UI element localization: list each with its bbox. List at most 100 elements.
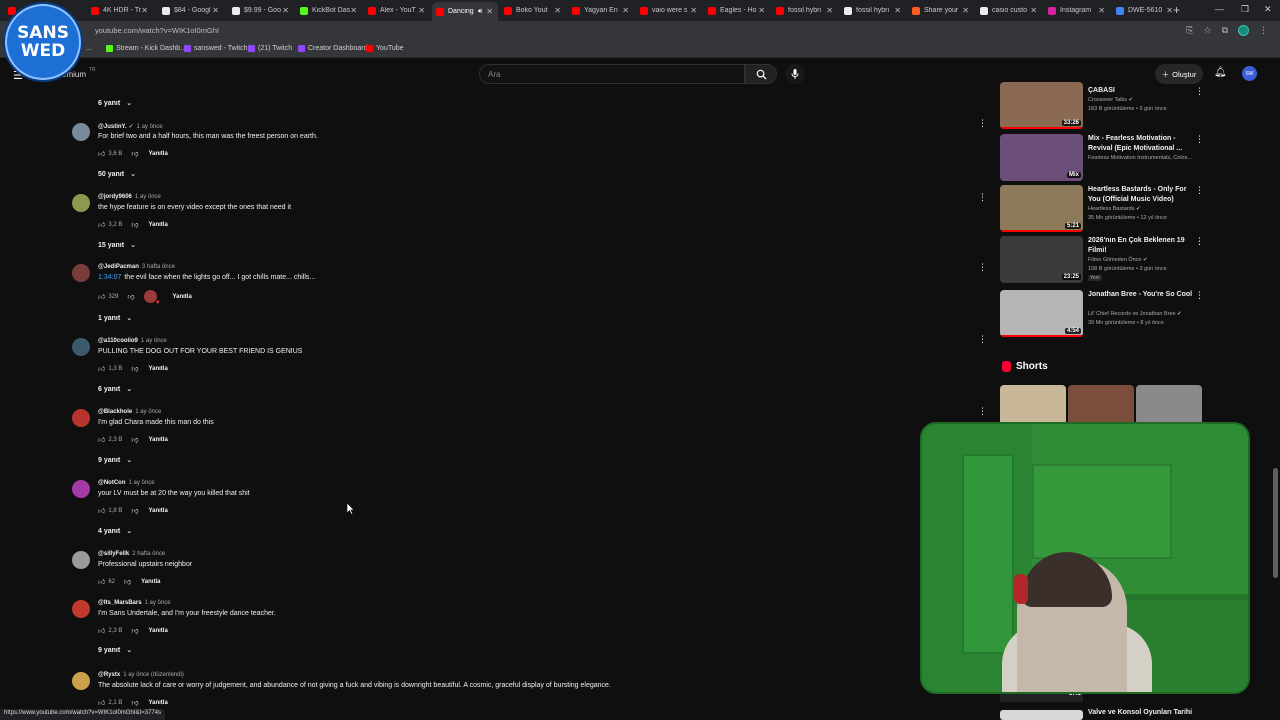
extensions-icon[interactable]: ⧉ [1222,25,1228,36]
comment-time[interactable]: 1 ay önce (düzenlendi) [123,672,184,678]
dislike-icon[interactable]: 👎︎ [131,149,138,158]
more-actions-icon[interactable]: ⋮ [978,262,987,273]
related-video[interactable]: 4:54 Jonathan Bree - You're So Cool Lil' C… [1000,290,1205,340]
more-actions-icon[interactable]: ⋮ [978,334,987,345]
browser-tab[interactable]: 4K HDR - Tr ✕ [87,2,153,19]
scrollbar-thumb[interactable] [1273,468,1278,578]
reply-button[interactable]: Yanıtla [148,628,167,634]
browser-tab[interactable]: KickBot Das ✕ [296,2,362,19]
show-replies-button[interactable]: 15 yanıt ⌄ [98,241,136,250]
close-tab-icon[interactable]: ✕ [554,6,561,15]
video-menu-icon[interactable]: ⋮ [1195,290,1204,301]
show-replies-button[interactable]: 6 yanıt ⌄ [98,99,132,108]
reply-button[interactable]: Yanıtla [141,579,160,585]
show-replies-button[interactable]: 1 yanıt ⌄ [98,314,132,323]
comment-author[interactable]: @sillyFellk [98,551,129,557]
bookmark-item[interactable]: ... [86,45,92,52]
browser-tab[interactable]: $9.99 - Goo ✕ [228,2,294,19]
browser-tab[interactable]: Alex - YouT ✕ [364,2,430,19]
close-tab-icon[interactable]: ✕ [1166,6,1173,15]
like-icon[interactable]: 👍︎ [98,506,105,515]
avatar[interactable] [72,409,90,427]
browser-tab[interactable]: Dancing 🔊︎ ✕ [432,2,498,21]
close-tab-icon[interactable]: ✕ [826,6,833,15]
url-field[interactable]: youtube.com/watch?v=WIK1oI0mGhI [95,26,219,35]
browser-tab[interactable]: vaio were s ✕ [636,2,702,19]
bookmark-item[interactable]: Stream - Kick Dashb... [106,45,186,52]
install-icon[interactable]: ⎘ [1186,25,1193,36]
close-tab-icon[interactable]: ✕ [350,6,357,15]
avatar[interactable] [72,551,90,569]
video-menu-icon[interactable]: ⋮ [1195,86,1204,97]
show-replies-button[interactable]: 50 yanıt ⌄ [98,170,136,179]
like-icon[interactable]: 👍︎ [98,292,105,301]
avatar[interactable] [72,600,90,618]
reply-button[interactable]: Yanıtla [172,294,191,300]
close-tab-icon[interactable]: ✕ [690,6,697,15]
related-video[interactable]: 33:26 ÇABASI Crossover Talks ✔ 183 B görünt… [1000,82,1205,136]
maximize-button[interactable]: ❐ [1241,4,1249,15]
timestamp-link[interactable]: 1:34:07 [98,274,121,281]
comment-time[interactable]: 1 ay önce [135,194,161,200]
voice-search-button[interactable] [785,64,805,84]
comment-time[interactable]: 1 ay önce [135,409,161,415]
like-icon[interactable]: 👍︎ [98,149,105,158]
close-tab-icon[interactable]: ✕ [486,7,493,16]
comment-author[interactable]: @JediPacman [98,264,139,270]
reply-button[interactable]: Yanıtla [148,151,167,157]
dislike-icon[interactable]: 👎︎ [127,292,134,301]
dislike-icon[interactable]: 👎︎ [131,506,138,515]
avatar[interactable] [72,338,90,356]
dislike-icon[interactable]: 👎︎ [131,220,138,229]
browser-tab[interactable]: fossil hybri ✕ [772,2,838,19]
dislike-icon[interactable]: 👎︎ [131,698,138,707]
dislike-icon[interactable]: 👎︎ [131,364,138,373]
comment-author[interactable]: @Blackhole [98,409,132,415]
avatar[interactable] [72,123,90,141]
more-actions-icon[interactable]: ⋮ [978,118,987,129]
browser-tab[interactable]: Instagram ✕ [1044,2,1110,19]
notifications-bell-icon[interactable]: 🔔︎ [1214,67,1227,78]
related-video[interactable]: 5:21 Heartless Bastards - Only For You (O… [1000,185,1205,235]
speaker-icon[interactable]: 🔊︎ [478,8,482,16]
close-tab-icon[interactable]: ✕ [282,6,289,15]
avatar[interactable] [72,480,90,498]
avatar[interactable] [72,264,90,282]
bookmark-item[interactable]: (21) Twitch [248,45,292,52]
close-tab-icon[interactable]: ✕ [141,6,148,15]
comment-author[interactable]: @NotCon [98,480,126,486]
minimize-button[interactable]: — [1215,4,1224,14]
short-thumbnail[interactable] [1136,385,1202,425]
short-thumbnail[interactable] [1068,385,1134,425]
close-tab-icon[interactable]: ✕ [1098,6,1105,15]
like-icon[interactable]: 👍︎ [98,698,105,707]
bookmark-star-icon[interactable]: ☆ [1203,25,1211,36]
like-icon[interactable]: 👍︎ [98,435,105,444]
show-replies-button[interactable]: 9 yanıt ⌄ [98,646,132,655]
dislike-icon[interactable]: 👎︎ [131,626,138,635]
search-input[interactable]: Ara [479,64,745,84]
close-tab-icon[interactable]: ✕ [622,6,629,15]
close-tab-icon[interactable]: ✕ [1030,6,1037,15]
like-icon[interactable]: 👍︎ [98,220,105,229]
video-menu-icon[interactable]: ⋮ [1195,185,1204,196]
browser-tab[interactable]: fossil hybri ✕ [840,2,906,19]
reply-button[interactable]: Yanıtla [148,437,167,443]
browser-tab[interactable]: Boko Yout ✕ [500,2,566,19]
comment-author[interactable]: @jordy9606 [98,194,132,200]
avatar[interactable] [72,194,90,212]
show-replies-button[interactable]: 9 yanıt ⌄ [98,456,132,465]
browser-menu-icon[interactable]: ⋮ [1259,25,1268,36]
bookmark-item[interactable]: Creator Dashboard [298,45,368,52]
comment-time[interactable]: 1 ay önce [141,338,167,344]
comment-time[interactable]: 1 ay önce [137,124,163,130]
like-icon[interactable]: 👍︎ [98,364,105,373]
reply-button[interactable]: Yanıtla [148,222,167,228]
bookmark-item[interactable]: sanswed - Twitch [184,45,248,52]
related-video[interactable]: Mix Mix - Fearless Motivation - Revival (… [1000,134,1205,184]
short-thumbnail[interactable] [1000,385,1066,425]
browser-tab[interactable]: Share your ✕ [908,2,974,19]
dislike-icon[interactable]: 👎︎ [124,577,131,586]
comment-time[interactable]: 2 hafta önce [132,551,165,557]
search-button[interactable] [745,64,777,84]
